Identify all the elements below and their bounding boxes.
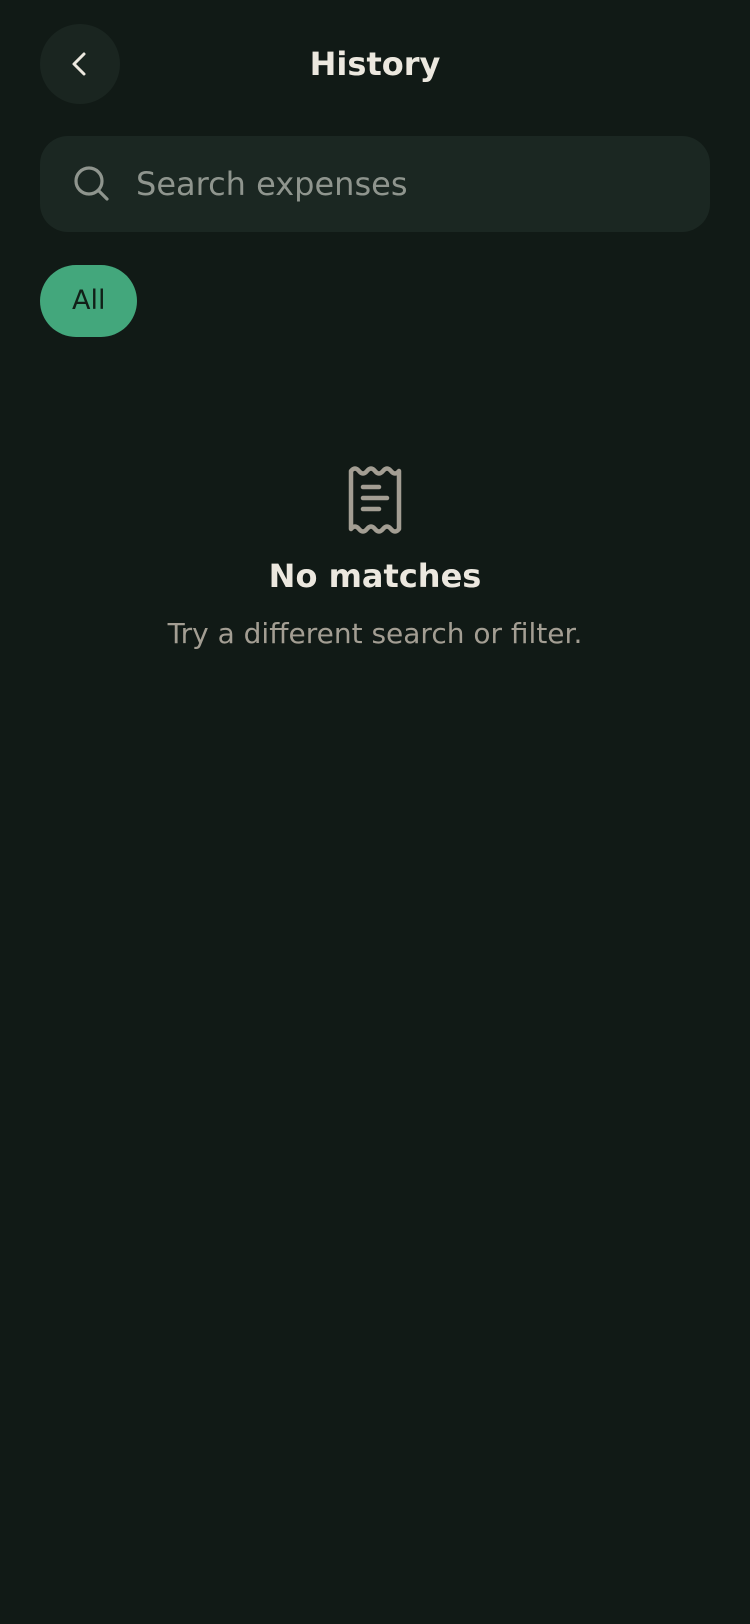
- search-bar[interactable]: [40, 136, 710, 232]
- search-input[interactable]: [136, 154, 686, 214]
- empty-state-title: No matches: [268, 557, 482, 595]
- filter-chip-all[interactable]: All: [40, 265, 138, 337]
- back-button[interactable]: [40, 24, 120, 104]
- search-icon: [74, 166, 109, 201]
- receipt-icon: [348, 466, 402, 534]
- page-title: History: [309, 45, 441, 83]
- header: History: [40, 24, 710, 104]
- empty-state: No matches Try a different search or fil…: [0, 465, 750, 650]
- filter-chips: All: [40, 265, 138, 337]
- empty-state-subtitle: Try a different search or filter.: [167, 617, 583, 650]
- chevron-left-icon: [72, 52, 86, 76]
